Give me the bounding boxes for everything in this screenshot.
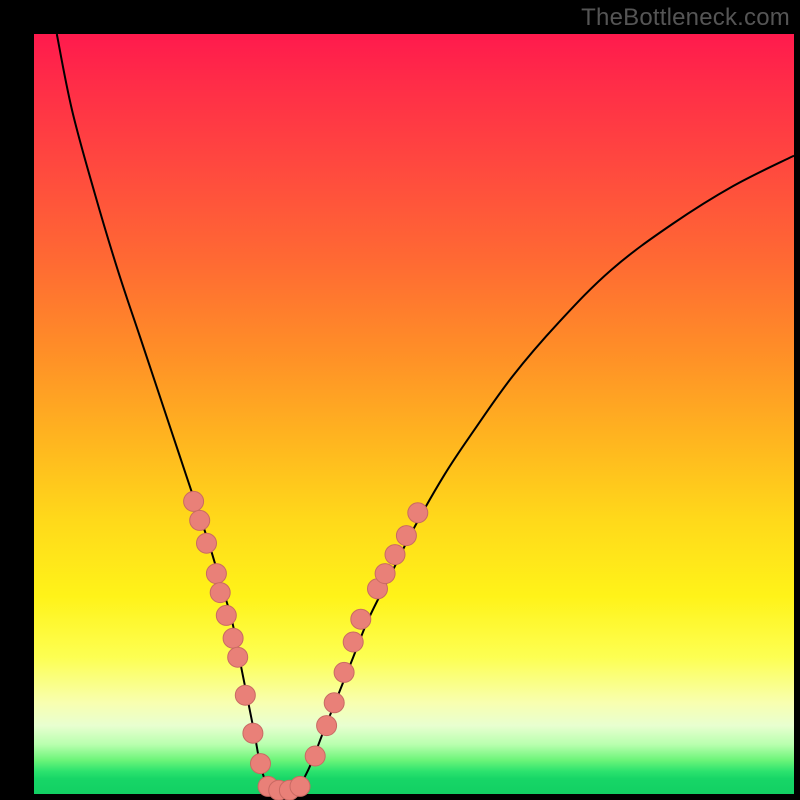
- chart-stage: TheBottleneck.com: [0, 0, 800, 800]
- marker-dot: [290, 776, 310, 796]
- marker-dot: [408, 503, 428, 523]
- marker-dot: [375, 564, 395, 584]
- marker-dot: [305, 746, 325, 766]
- marker-dot: [190, 510, 210, 530]
- plot-area: [34, 34, 794, 794]
- marker-dot: [243, 723, 263, 743]
- marker-dot: [385, 545, 405, 565]
- marker-dot: [206, 564, 226, 584]
- marker-dot: [184, 491, 204, 511]
- marker-dot: [228, 647, 248, 667]
- marker-dot: [351, 609, 371, 629]
- marker-dot: [197, 533, 217, 553]
- marker-dot: [324, 693, 344, 713]
- marker-dot: [343, 632, 363, 652]
- marker-dot: [396, 526, 416, 546]
- marker-dot: [251, 754, 271, 774]
- marker-dot: [210, 583, 230, 603]
- marker-dots: [184, 491, 428, 800]
- chart-overlay: [34, 34, 794, 794]
- marker-dot: [216, 605, 236, 625]
- watermark-text: TheBottleneck.com: [581, 4, 790, 32]
- bottleneck-curve: [57, 34, 794, 797]
- marker-dot: [223, 628, 243, 648]
- marker-dot: [235, 685, 255, 705]
- marker-dot: [317, 716, 337, 736]
- marker-dot: [334, 662, 354, 682]
